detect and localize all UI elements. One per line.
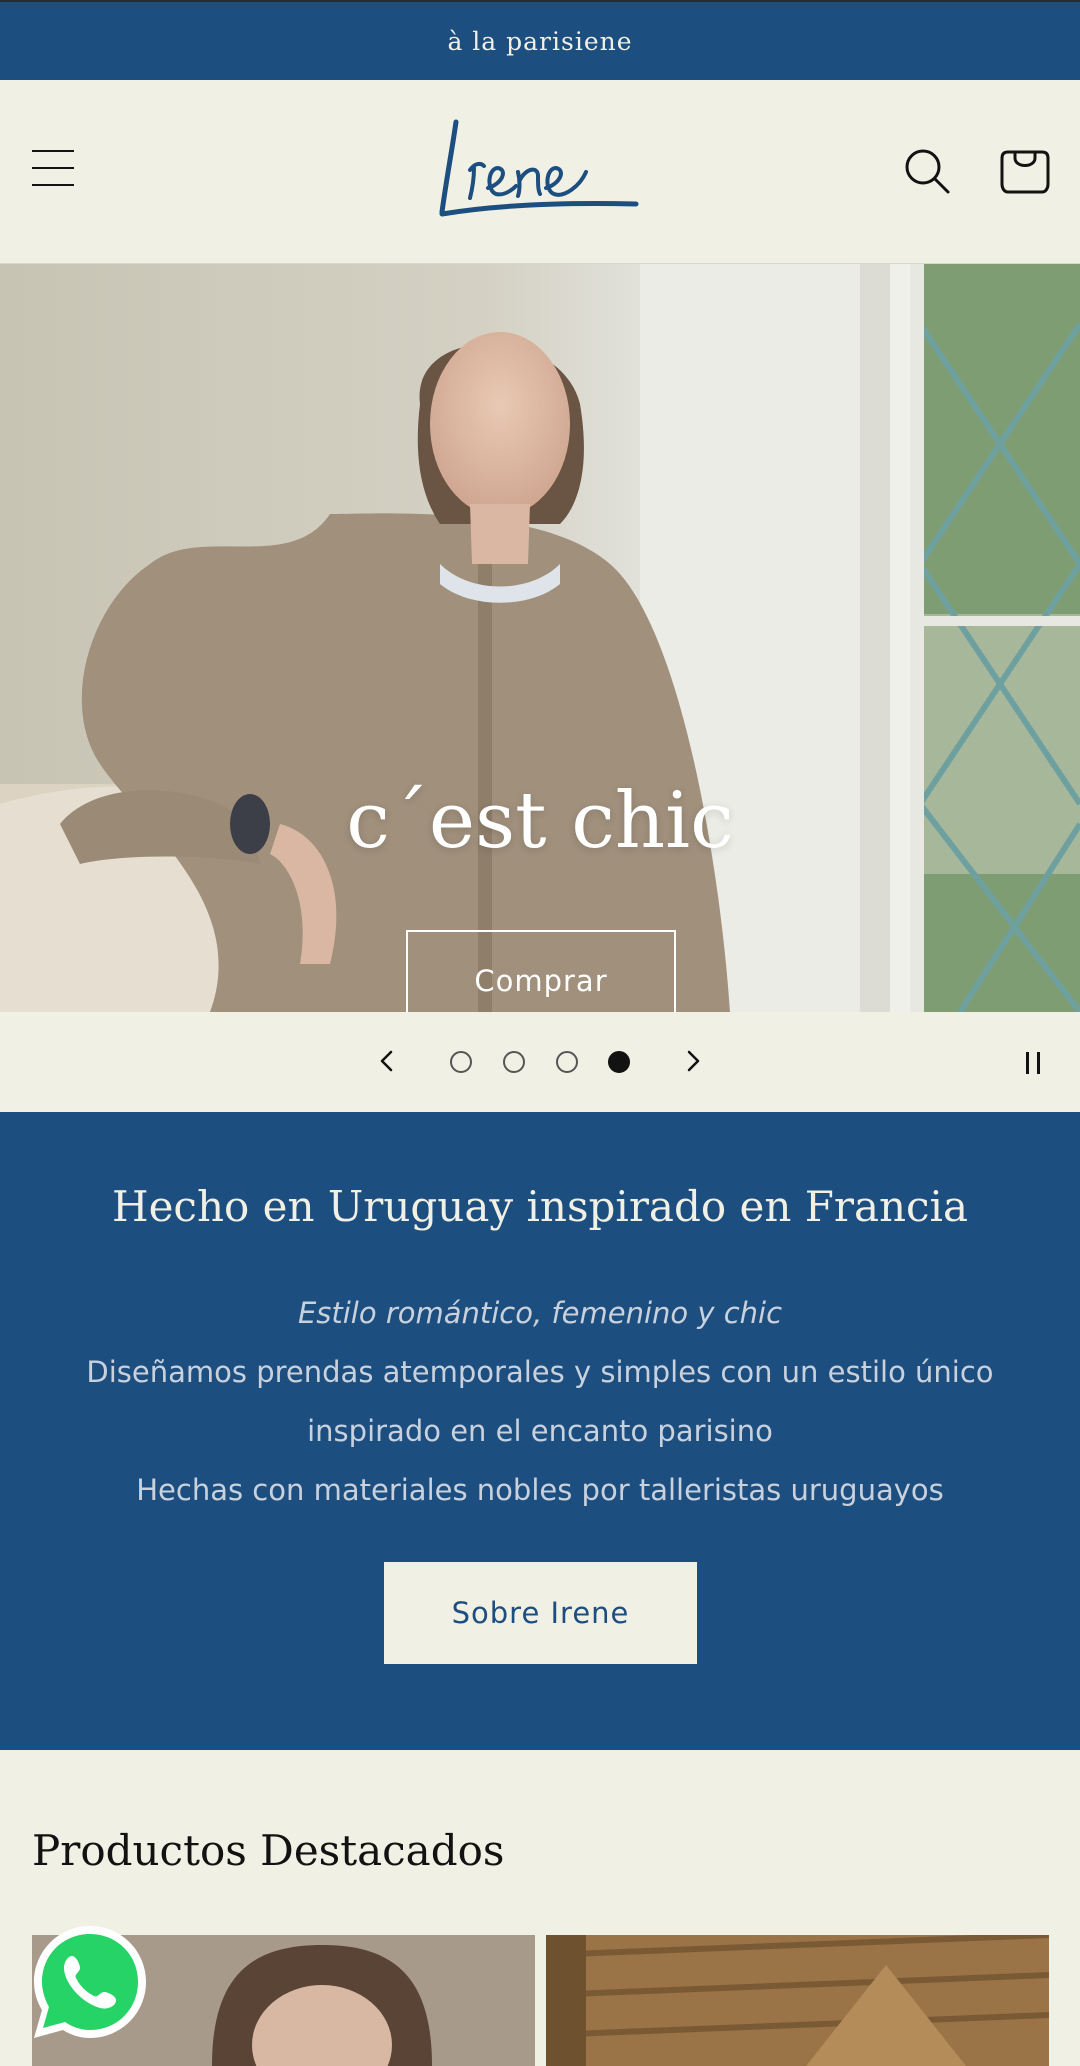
irene-logo[interactable] xyxy=(430,110,650,230)
shop-button[interactable]: Comprar xyxy=(406,930,676,1012)
about-tagline: Estilo romántico, femenino y chic xyxy=(297,1296,783,1330)
announcement-bar: à la parisiene xyxy=(0,0,1080,80)
chevron-right-icon[interactable] xyxy=(680,1048,706,1074)
announcement-text: à la parisiene xyxy=(447,26,633,56)
about-title: Hecho en Uruguay inspirado en Francia xyxy=(111,1182,969,1231)
site-header xyxy=(0,80,1080,264)
product-image xyxy=(546,1935,1049,2066)
chevron-left-icon[interactable] xyxy=(374,1048,400,1074)
slide-dot-1[interactable] xyxy=(450,1051,472,1073)
about-line: inspirado en el encanto parisino xyxy=(307,1414,773,1448)
pause-icon[interactable] xyxy=(1018,1048,1048,1078)
featured-title: Productos Destacados xyxy=(32,1826,505,1875)
about-text: Estilo romántico, femenino y chic Diseña… xyxy=(40,1284,1040,1520)
about-section: Hecho en Uruguay inspirado en Francia Es… xyxy=(0,1112,1080,1750)
search-icon[interactable] xyxy=(902,146,952,196)
slide-dot-3[interactable] xyxy=(556,1051,578,1073)
about-irene-button[interactable]: Sobre Irene xyxy=(384,1562,697,1664)
product-card[interactable] xyxy=(546,1935,1049,2066)
hero-photo xyxy=(0,264,1080,1012)
cart-icon[interactable] xyxy=(1000,142,1050,194)
about-line: Diseñamos prendas atemporales y simples … xyxy=(86,1355,994,1389)
menu-icon[interactable] xyxy=(32,146,76,190)
about-line: Hechas con materiales nobles por talleri… xyxy=(136,1473,944,1507)
hero-title: c´est chic xyxy=(346,776,734,866)
whatsapp-icon[interactable] xyxy=(30,1922,150,2042)
hero-slideshow: c´est chic Comprar xyxy=(0,264,1080,1012)
slide-dot-2[interactable] xyxy=(503,1051,525,1073)
slide-dot-4[interactable] xyxy=(608,1051,630,1073)
slideshow-controls xyxy=(0,1012,1080,1112)
